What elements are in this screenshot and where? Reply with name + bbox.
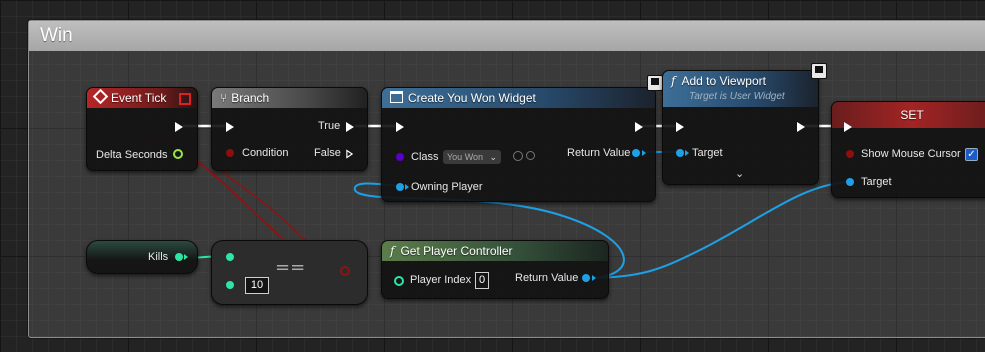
delta-seconds-label: Delta Seconds [96,149,168,161]
create-widget-node[interactable]: Create You Won Widget Class You Won ⌄ Re… [381,87,656,202]
player-index-label: Player Index [410,274,472,286]
create-widget-title: Create You Won Widget [408,91,536,105]
create-widget-exec-out[interactable] [635,122,643,132]
network-icon [811,63,827,79]
equals-input-a-pin[interactable] [226,253,234,261]
branch-icon: ⑂ [220,91,228,105]
gpc-return-value-pin[interactable] [582,274,590,282]
set-exec-in[interactable] [844,122,852,132]
viewport-exec-in[interactable] [676,122,684,132]
set-target-label: Target [861,176,892,188]
get-player-controller-node[interactable]: f Get Player Controller Player Index 0 Re… [381,240,609,299]
branch-true-exec[interactable] [346,122,354,132]
delta-seconds-pin[interactable] [173,149,183,159]
branch-header[interactable]: ⑂ Branch [212,88,367,108]
event-stop-icon [179,93,191,105]
viewport-target-pin[interactable] [676,149,684,157]
player-index-pin[interactable] [394,276,404,286]
equals-node[interactable]: 10 == [211,240,368,305]
expand-chevron-icon[interactable]: ⌄ [735,167,744,180]
kills-label: Kills [148,251,169,263]
function-icon: f [390,244,395,258]
gpc-return-value-arrow [592,275,596,281]
create-widget-exec-in[interactable] [396,122,404,132]
show-cursor-checkbox[interactable]: ✓ [965,148,978,161]
get-player-controller-header[interactable]: f Get Player Controller [382,241,608,261]
set-node[interactable]: SET Show Mouse Cursor ✓ Target [831,101,985,198]
equals-value-input[interactable]: 10 [245,277,269,294]
class-label: Class [411,151,439,163]
kills-variable-node[interactable]: Kills [86,240,198,274]
owning-player-label: Owning Player [411,181,483,193]
chevron-down-icon: ⌄ [489,152,498,162]
branch-node[interactable]: ⑂ Branch True Condition False [211,87,368,171]
return-value-arrow [642,150,646,156]
set-header[interactable]: SET [832,102,985,128]
branch-exec-in[interactable] [226,122,234,132]
branch-title: Branch [231,91,270,105]
class-dropdown[interactable]: You Won ⌄ [443,150,502,164]
owning-player-arrow [405,184,409,190]
player-index-input[interactable]: 0 [475,272,489,289]
add-to-viewport-node[interactable]: f Add to Viewport Target is User Widget T… [662,70,819,185]
create-widget-header[interactable]: Create You Won Widget [382,88,655,108]
show-cursor-pin[interactable] [846,150,854,158]
kills-pin[interactable] [175,253,183,261]
event-tick-exec-out[interactable] [175,122,183,132]
checkmark-icon: ✓ [967,149,976,160]
return-value-pin[interactable] [632,149,640,157]
network-icon [647,75,663,91]
browse-icon[interactable] [513,151,523,161]
function-icon: f [671,74,676,88]
viewport-target-label: Target [692,147,723,159]
condition-pin[interactable] [226,149,234,157]
gpc-return-value-label: Return Value [515,272,579,284]
get-player-controller-title: Get Player Controller [400,244,513,258]
equals-output-pin[interactable] [340,266,350,276]
class-pin[interactable] [396,153,404,161]
add-to-viewport-subtitle: Target is User Widget [689,91,785,102]
kills-arrow [184,254,188,260]
viewport-target-arrow [685,150,689,156]
add-to-viewport-title: Add to Viewport [681,74,766,88]
false-label: False [314,147,341,159]
set-target-pin[interactable] [846,178,854,186]
show-cursor-label: Show Mouse Cursor [861,148,961,160]
owning-player-pin[interactable] [396,183,404,191]
event-diamond-icon [92,88,109,105]
equals-operator: == [275,257,306,278]
viewport-exec-out[interactable] [797,122,805,132]
true-label: True [318,120,341,132]
class-dropdown-value: You Won [447,152,484,162]
return-value-label: Return Value [567,147,631,159]
blueprint-graph[interactable]: Win Event Tick Delta Seconds ⑂ Branch Tru… [0,0,985,352]
branch-false-exec[interactable] [346,149,353,159]
condition-label: Condition [242,147,289,159]
event-tick-node[interactable]: Event Tick Delta Seconds [86,87,198,171]
set-title: SET [900,108,924,122]
event-tick-title: Event Tick [111,91,167,105]
widget-icon [390,91,403,103]
search-icon[interactable] [526,151,535,160]
equals-input-b-pin[interactable] [226,281,234,289]
